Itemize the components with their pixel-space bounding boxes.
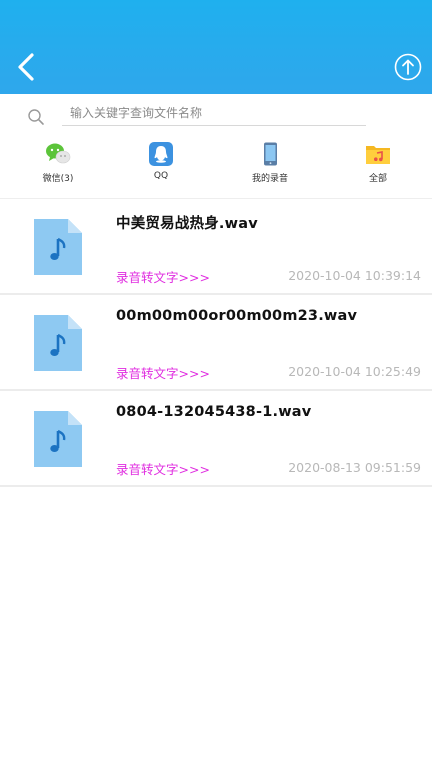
source-label: QQ: [153, 171, 169, 181]
audio-file-icon: [34, 315, 82, 371]
source-wechat[interactable]: 微信(3): [23, 142, 93, 186]
file-name: 0804-132045438-1.wav: [116, 404, 312, 420]
file-date: 2020-10-04 10:25:49: [288, 364, 421, 379]
upload-button[interactable]: [394, 53, 422, 81]
wechat-icon: [46, 143, 71, 164]
folder-music-icon: [366, 146, 390, 164]
list-item[interactable]: 0804-132045438-1.wav 录音转文字>>> 2020-08-13…: [0, 391, 432, 487]
transcribe-link[interactable]: 录音转文字>>>: [116, 363, 210, 382]
upload-circle-icon: [394, 53, 422, 81]
qq-icon: [149, 142, 173, 166]
transcribe-link[interactable]: 录音转文字>>>: [116, 459, 210, 478]
source-label: 全部: [368, 174, 387, 184]
source-all[interactable]: 全部: [343, 142, 413, 186]
file-date: 2020-08-13 09:51:59: [288, 460, 421, 475]
search-icon: [28, 109, 44, 125]
list-item[interactable]: 00m00m00or00m00m23.wav 录音转文字>>> 2020-10-…: [0, 295, 432, 391]
back-button[interactable]: [12, 50, 40, 84]
source-my-recordings[interactable]: 我的录音: [235, 142, 305, 186]
audio-file-icon: [34, 411, 82, 467]
file-name: 中美贸易战热身.wav: [116, 216, 258, 232]
audio-file-icon: [34, 219, 82, 275]
source-label: 微信(3): [42, 174, 74, 184]
list-item[interactable]: 中美贸易战热身.wav 录音转文字>>> 2020-10-04 10:39:14: [0, 199, 432, 295]
phone-icon: [264, 142, 277, 166]
chevron-left-icon: [18, 53, 34, 81]
file-name: 00m00m00or00m00m23.wav: [116, 308, 358, 324]
file-list: 中美贸易战热身.wav 录音转文字>>> 2020-10-04 10:39:14…: [0, 199, 432, 487]
file-date: 2020-10-04 10:39:14: [288, 268, 421, 283]
app-header: [0, 0, 432, 94]
source-qq[interactable]: QQ: [126, 142, 196, 186]
search-input[interactable]: [62, 100, 366, 126]
transcribe-link[interactable]: 录音转文字>>>: [116, 267, 210, 286]
search-bar: [0, 94, 432, 138]
source-label: 我的录音: [251, 174, 288, 184]
source-filter-bar: 微信(3) QQ 我的录音 全部: [0, 142, 432, 186]
